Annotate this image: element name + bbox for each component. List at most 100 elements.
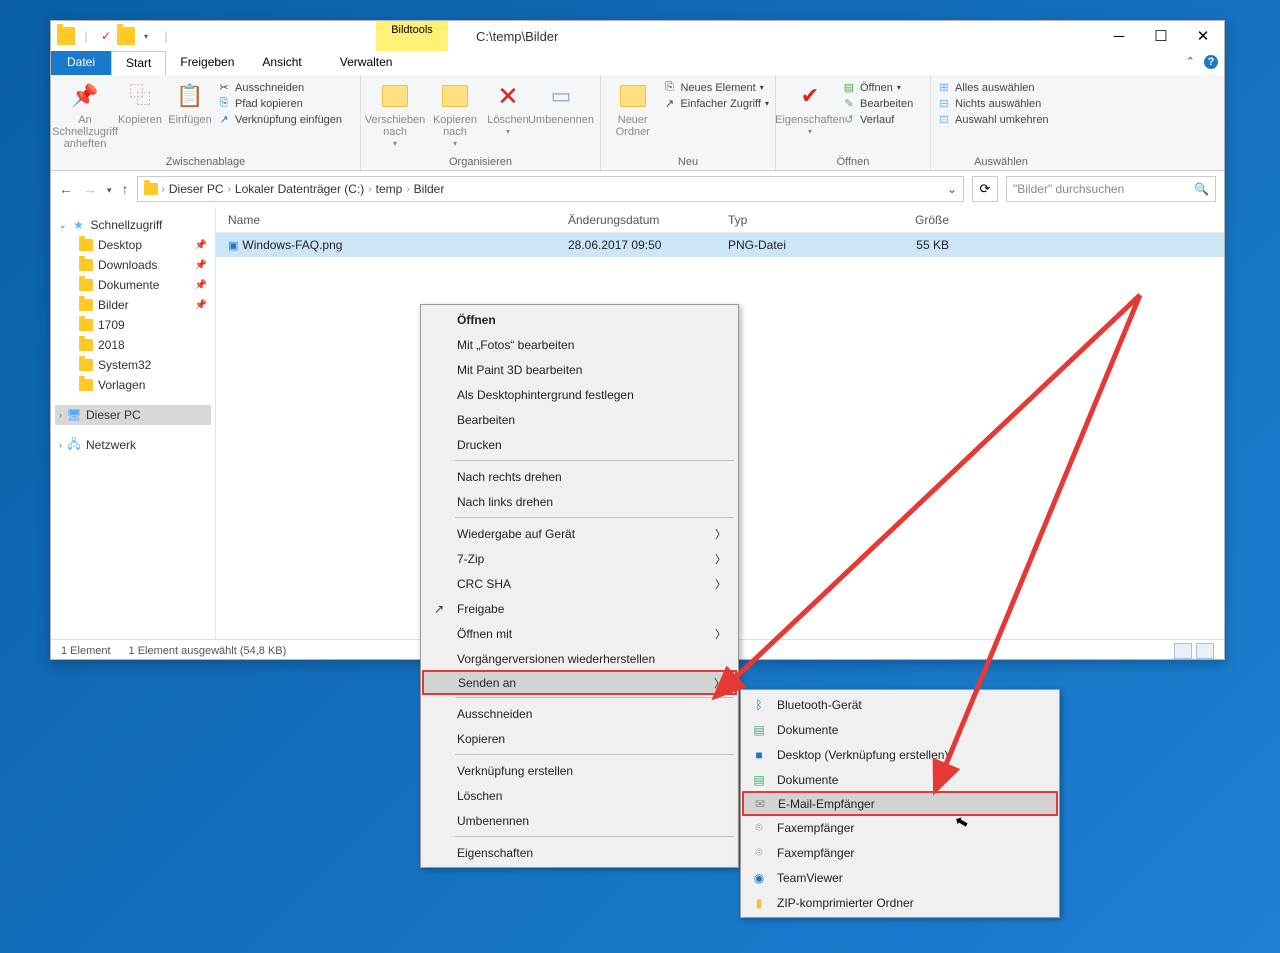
tab-view[interactable]: Ansicht <box>248 51 315 75</box>
tree-item[interactable]: Desktop📌 <box>55 235 211 255</box>
maximize-button[interactable]: ☐ <box>1140 21 1182 51</box>
menu-item[interactable]: ⌾Faxempfänger <box>743 815 1057 840</box>
qat-folder-icon[interactable] <box>117 27 135 45</box>
pin-quickaccess-button[interactable]: 📌An Schnellzugriff anheften <box>57 79 113 150</box>
close-button[interactable]: ✕ <box>1182 21 1224 51</box>
nav-tree[interactable]: ⌄★Schnellzugriff Desktop📌Downloads📌Dokum… <box>51 207 216 639</box>
menu-item[interactable]: Eigenschaften <box>423 840 736 865</box>
menu-item[interactable]: Bearbeiten <box>423 407 736 432</box>
menu-item-label: Faxempfänger <box>777 846 854 860</box>
menu-item[interactable]: Öffnen <box>423 307 736 332</box>
menu-item[interactable]: ᛒBluetooth-Gerät <box>743 692 1057 717</box>
col-type[interactable]: Typ <box>716 213 861 227</box>
edit-button[interactable]: ✎Bearbeiten <box>842 97 913 110</box>
menu-item[interactable]: ✉E-Mail-Empfänger <box>742 791 1058 816</box>
copy-to-button[interactable]: Kopieren nach▾ <box>427 79 483 150</box>
chevron-up-icon[interactable]: ⌃ <box>1186 56 1195 68</box>
tree-item[interactable]: System32 <box>55 355 211 375</box>
menu-item[interactable]: ▤Dokumente <box>743 717 1057 742</box>
paste-shortcut-button[interactable]: ↗Verknüpfung einfügen <box>217 113 342 126</box>
menu-item[interactable]: Vorgängerversionen wiederherstellen <box>423 646 736 671</box>
history-button[interactable]: ↺Verlauf <box>842 113 913 126</box>
tree-item[interactable]: Downloads📌 <box>55 255 211 275</box>
back-button[interactable]: ← <box>59 181 73 197</box>
easy-access-button[interactable]: ↗Einfacher Zugriff ▾ <box>662 97 769 110</box>
tab-share[interactable]: Freigeben <box>166 51 248 75</box>
edit-icon: ✎ <box>842 97 856 110</box>
menu-item[interactable]: 7-Zip〉 <box>423 546 736 571</box>
crumb-segment[interactable]: Dieser PC <box>169 182 224 196</box>
new-folder-button[interactable]: Neuer Ordner <box>607 79 658 138</box>
menu-item[interactable]: Drucken <box>423 432 736 457</box>
menu-item[interactable]: Mit „Fotos“ bearbeiten <box>423 332 736 357</box>
tree-item[interactable]: 2018 <box>55 335 211 355</box>
forward-button[interactable]: → <box>83 181 97 197</box>
copy-path-button[interactable]: ⎘Pfad kopieren <box>217 97 342 110</box>
open-button[interactable]: ▤Öffnen ▾ <box>842 81 913 94</box>
menu-item[interactable]: CRC SHA〉 <box>423 571 736 596</box>
up-button[interactable]: ↑ <box>122 181 129 197</box>
file-row[interactable]: ▣Windows-FAQ.png 28.06.2017 09:50 PNG-Da… <box>216 233 1224 257</box>
menu-item[interactable]: Nach rechts drehen <box>423 464 736 489</box>
tree-item[interactable]: Vorlagen <box>55 375 211 395</box>
crumb-segment[interactable]: Bilder <box>414 182 445 196</box>
menu-item[interactable]: Senden an〉 <box>422 670 737 695</box>
tree-network[interactable]: ›🖧Netzwerk <box>55 435 211 455</box>
menu-item[interactable]: ↗Freigabe <box>423 596 736 621</box>
menu-item[interactable]: ▤Dokumente <box>743 767 1057 792</box>
col-size[interactable]: Größe <box>861 213 961 227</box>
search-input[interactable]: "Bilder" durchsuchen 🔍 <box>1006 176 1216 202</box>
delete-button[interactable]: ✕Löschen▾ <box>487 79 529 138</box>
context-menu[interactable]: ÖffnenMit „Fotos“ bearbeitenMit Paint 3D… <box>420 304 739 868</box>
minimize-button[interactable]: ─ <box>1098 21 1140 51</box>
menu-item[interactable]: Kopieren <box>423 726 736 751</box>
col-name[interactable]: Name <box>216 213 556 227</box>
tree-thispc[interactable]: ›🖥Dieser PC <box>55 405 211 425</box>
qat-dropdown-icon[interactable]: ▾ <box>137 27 155 45</box>
col-date[interactable]: Änderungsdatum <box>556 213 716 227</box>
new-item-button[interactable]: ⎘Neues Element ▾ <box>662 81 769 94</box>
tree-item[interactable]: Bilder📌 <box>55 295 211 315</box>
menu-item[interactable]: Umbenennen <box>423 808 736 833</box>
menu-item[interactable]: Verknüpfung erstellen <box>423 758 736 783</box>
cut-button[interactable]: ✂Ausschneiden <box>217 81 342 94</box>
recent-dropdown[interactable]: ▾ <box>107 181 112 197</box>
paste-button[interactable]: 📋Einfügen <box>167 79 213 126</box>
tree-item[interactable]: Dokumente📌 <box>55 275 211 295</box>
menu-item[interactable]: ◉TeamViewer <box>743 865 1057 890</box>
crumb-segment[interactable]: temp <box>376 182 403 196</box>
tree-quickaccess[interactable]: ⌄★Schnellzugriff <box>55 215 211 235</box>
select-none-button[interactable]: ⊟Nichts auswählen <box>937 97 1049 110</box>
menu-item[interactable]: ▮ZIP-komprimierter Ordner <box>743 890 1057 915</box>
tab-file[interactable]: Datei <box>51 51 111 75</box>
menu-item[interactable]: ■Desktop (Verknüpfung erstellen) <box>743 742 1057 767</box>
menu-item[interactable]: Mit Paint 3D bearbeiten <box>423 357 736 382</box>
menu-item[interactable]: Wiedergabe auf Gerät〉 <box>423 521 736 546</box>
menu-item[interactable]: Nach links drehen <box>423 489 736 514</box>
qat-check-icon[interactable]: ✓ <box>97 27 115 45</box>
menu-item[interactable]: Als Desktophintergrund festlegen <box>423 382 736 407</box>
breadcrumb-bar[interactable]: › Dieser PC› Lokaler Datenträger (C:)› t… <box>137 176 964 202</box>
details-view-button[interactable] <box>1174 643 1192 659</box>
select-all-button[interactable]: ⊞Alles auswählen <box>937 81 1049 94</box>
refresh-button[interactable]: ⟳ <box>972 176 998 202</box>
chevron-down-icon[interactable]: ⌄ <box>947 182 957 196</box>
move-to-button[interactable]: Verschieben nach▾ <box>367 79 423 150</box>
tab-start[interactable]: Start <box>111 51 166 75</box>
menu-item[interactable]: Löschen <box>423 783 736 808</box>
properties-button[interactable]: ✔Eigenschaften▾ <box>782 79 838 138</box>
menu-item[interactable]: ⌾Faxempfänger <box>743 840 1057 865</box>
column-headers[interactable]: Name Änderungsdatum Typ Größe <box>216 207 1224 233</box>
group-label: Neu <box>607 154 769 168</box>
tab-manage[interactable]: Verwalten <box>326 51 407 75</box>
menu-item[interactable]: Ausschneiden <box>423 701 736 726</box>
rename-button[interactable]: ▭Umbenennen <box>533 79 589 126</box>
copy-button[interactable]: ⿻Kopieren <box>117 79 163 126</box>
crumb-segment[interactable]: Lokaler Datenträger (C:) <box>235 182 364 196</box>
sendto-submenu[interactable]: ᛒBluetooth-Gerät▤Dokumente■Desktop (Verk… <box>740 689 1060 918</box>
thumbs-view-button[interactable] <box>1196 643 1214 659</box>
help-icon[interactable]: ? <box>1204 55 1218 69</box>
tree-item[interactable]: 1709 <box>55 315 211 335</box>
menu-item[interactable]: Öffnen mit〉 <box>423 621 736 646</box>
invert-selection-button[interactable]: ⊡Auswahl umkehren <box>937 113 1049 126</box>
